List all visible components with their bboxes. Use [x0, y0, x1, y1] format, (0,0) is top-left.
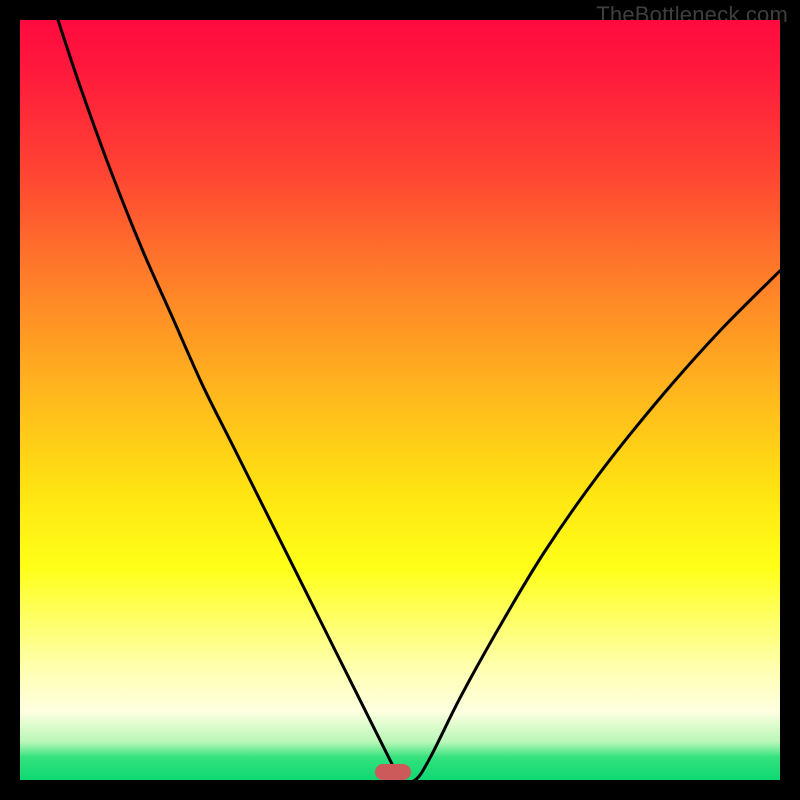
optimal-marker [375, 764, 411, 780]
bottleneck-curve [20, 20, 780, 780]
chart-frame: TheBottleneck.com [0, 0, 800, 800]
plot-area [20, 20, 780, 780]
